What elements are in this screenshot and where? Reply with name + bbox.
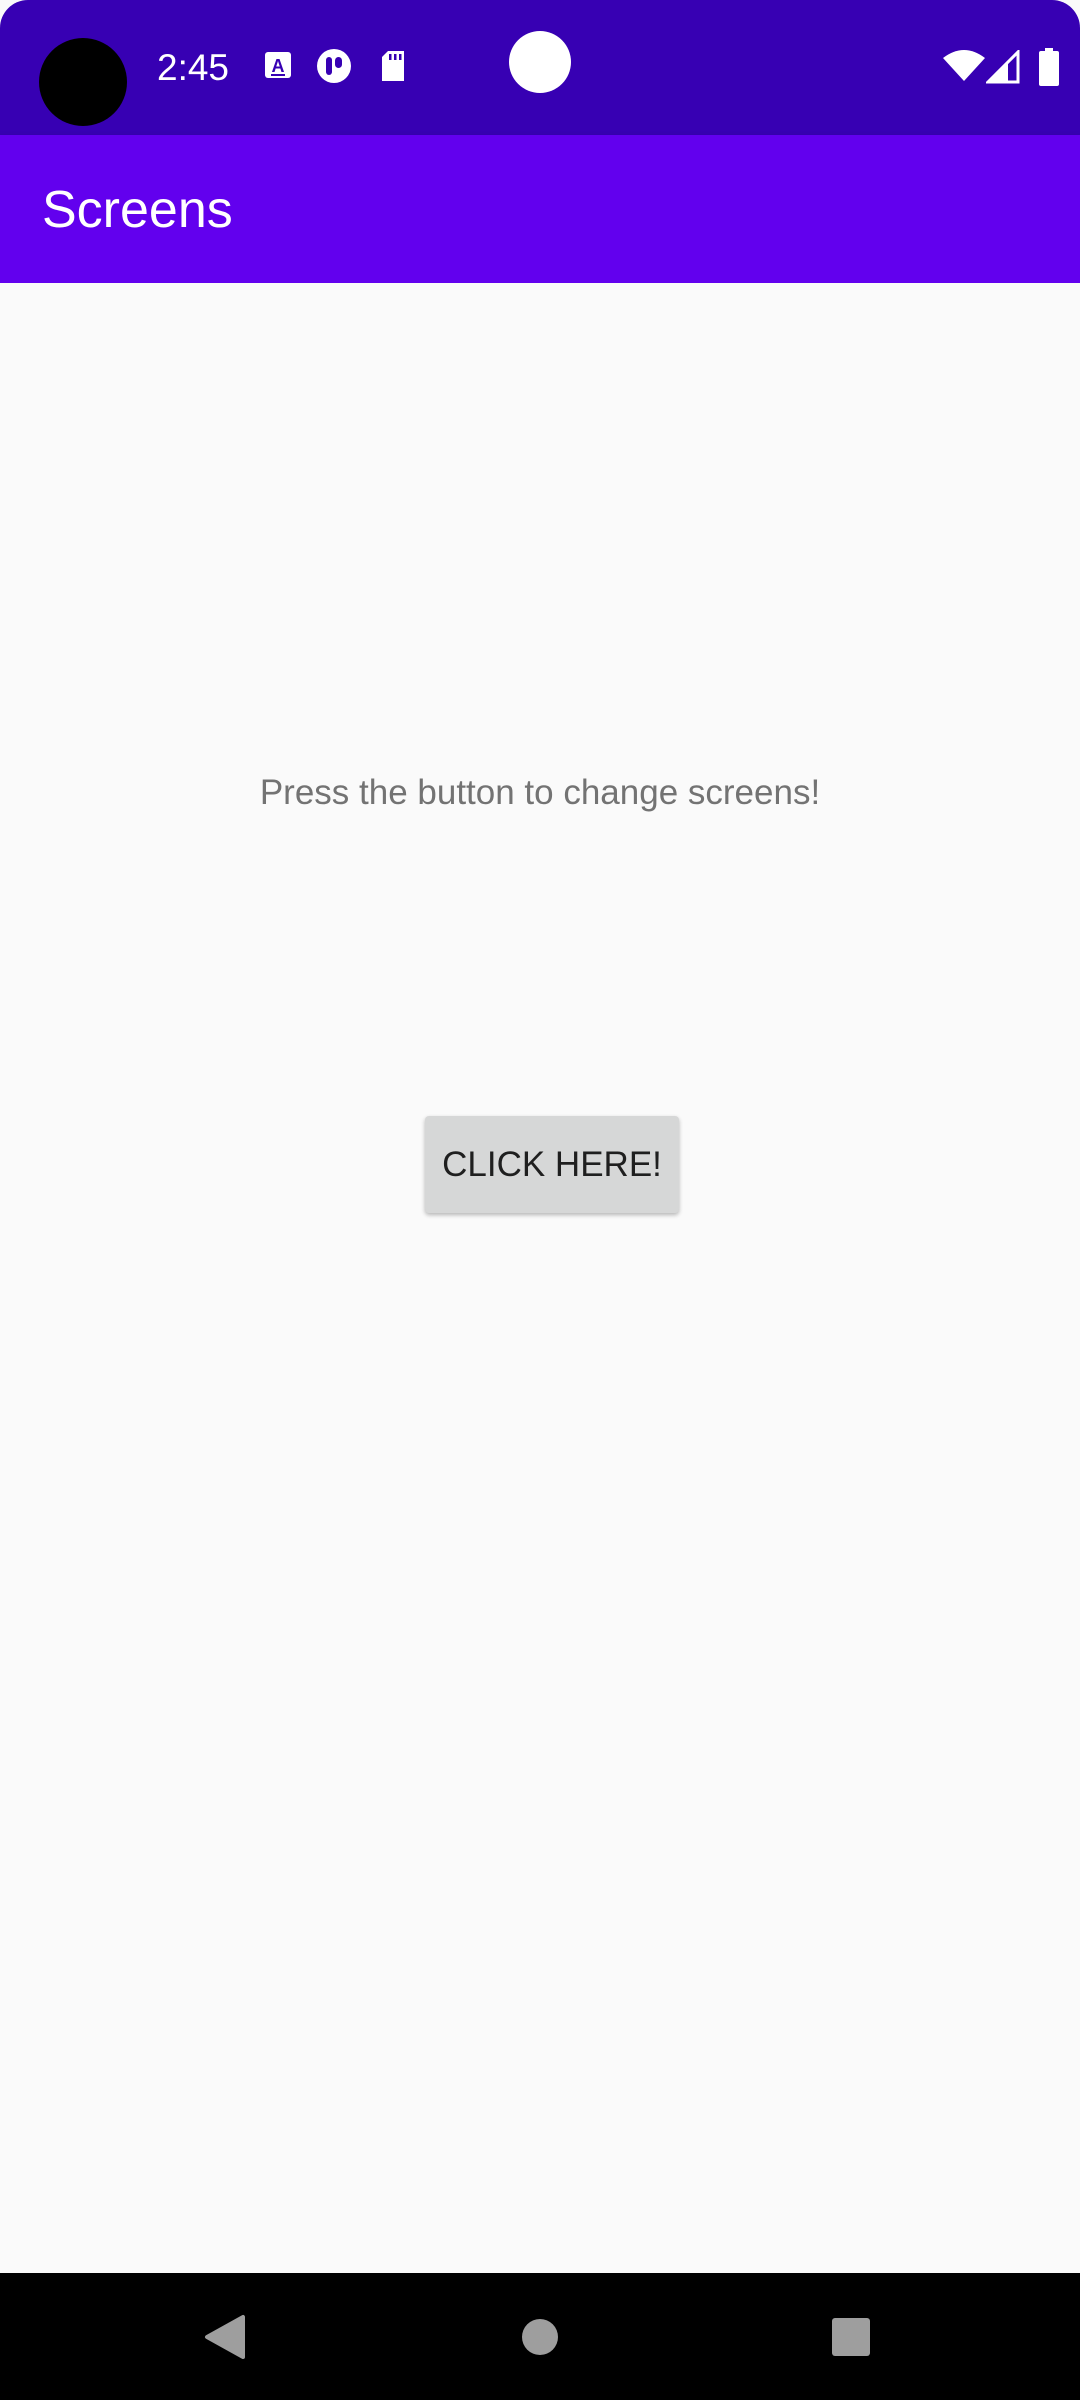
navigation-bar	[0, 2273, 1080, 2400]
battery-icon	[1039, 48, 1059, 86]
app-title: Screens	[42, 181, 233, 239]
accessibility-text-icon: A	[265, 52, 291, 78]
recents-icon	[832, 2317, 870, 2356]
app-notification-icon	[317, 49, 351, 83]
home-button[interactable]	[460, 2273, 620, 2400]
home-icon	[522, 2318, 558, 2355]
camera-cutout	[39, 38, 127, 126]
prompt-text: Press the button to change screens!	[259, 773, 821, 812]
status-bar: 2:45 A	[0, 0, 1080, 135]
sd-card-icon	[382, 51, 404, 81]
app-bar: Screens	[0, 135, 1080, 283]
main-content: Press the button to change screens! CLIC…	[0, 283, 1080, 2273]
back-button[interactable]	[145, 2273, 305, 2400]
wifi-icon	[943, 50, 985, 81]
recents-button[interactable]	[771, 2273, 931, 2400]
status-time: 2:45	[157, 47, 230, 88]
back-icon	[205, 2314, 245, 2359]
notification-dot	[509, 31, 571, 93]
svg-text:A: A	[272, 56, 285, 76]
click-here-button[interactable]: CLICK HERE!	[425, 1116, 679, 1213]
cell-signal-icon	[986, 50, 1020, 84]
